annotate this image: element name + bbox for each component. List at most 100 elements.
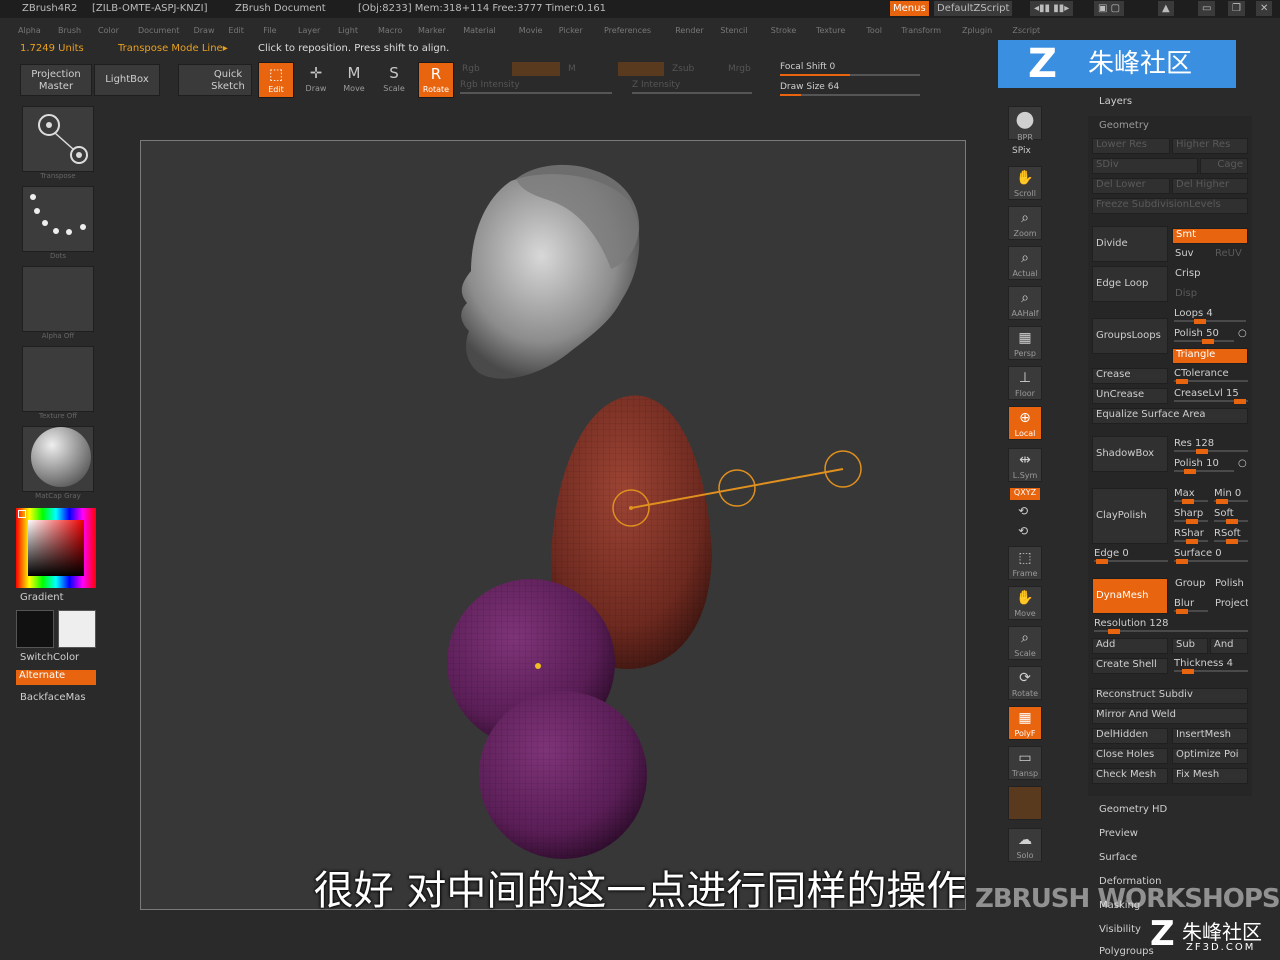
menu-item-alpha[interactable]: Alpha — [18, 26, 41, 35]
reuv-toggle[interactable]: ReUV — [1212, 248, 1248, 264]
visibility-section[interactable]: Visibility — [1099, 924, 1141, 935]
z-intensity-slider[interactable]: Z Intensity — [632, 80, 752, 94]
minimize-icon[interactable]: ▭ — [1198, 1, 1216, 16]
material-thumb[interactable]: MatCap Gray — [22, 426, 94, 500]
menu-item-render[interactable]: Render — [675, 26, 703, 35]
frame-button[interactable]: ⬚ Frame — [1008, 546, 1042, 580]
preview-section[interactable]: Preview — [1099, 828, 1138, 839]
draw-size-slider[interactable]: Draw Size 64 — [780, 82, 920, 96]
alpha-thumb[interactable]: Alpha Off — [22, 266, 94, 340]
menu-item-transform[interactable]: Transform — [901, 26, 941, 35]
scale-view-button[interactable]: ⌕ Scale — [1008, 626, 1042, 660]
shadowbox-circle-icon[interactable]: ○ — [1238, 458, 1247, 469]
freeze-subdiv-button[interactable]: Freeze SubdivisionLevels — [1092, 198, 1248, 214]
smt-toggle[interactable]: Smt — [1172, 228, 1248, 244]
menu-item-tool[interactable]: Tool — [866, 26, 882, 35]
rotate-z-icon[interactable]: ⟲ — [1018, 524, 1028, 538]
transp-button[interactable]: ▭ Transp — [1008, 746, 1042, 780]
menu-item-texture[interactable]: Texture — [816, 26, 845, 35]
secondary-color-swatch[interactable] — [58, 610, 96, 648]
zsub-toggle[interactable]: Zsub — [672, 64, 694, 74]
soft-slider[interactable]: Soft — [1214, 508, 1248, 524]
del-lower-button[interactable]: Del Lower — [1092, 178, 1170, 194]
mrgb-toggle[interactable] — [512, 62, 560, 76]
aahalf-button[interactable]: ⌕ AAHalf — [1008, 286, 1042, 320]
surface-slider[interactable]: Surface 0 — [1174, 548, 1248, 564]
suv-toggle[interactable]: Suv — [1172, 248, 1212, 264]
menu-item-brush[interactable]: Brush — [58, 26, 81, 35]
resolution-slider[interactable]: Resolution 128 — [1094, 618, 1248, 634]
layout-icon[interactable]: ▣ ▢ — [1094, 1, 1125, 16]
rsoft-slider[interactable]: RSoft — [1214, 528, 1248, 544]
and-button[interactable]: And — [1210, 638, 1248, 654]
lower-res-button[interactable]: Lower Res — [1092, 138, 1170, 154]
menu-item-stencil[interactable]: Stencil — [720, 26, 747, 35]
viewport-scene[interactable] — [141, 141, 967, 911]
actual-button[interactable]: ⌕ Actual — [1008, 246, 1042, 280]
move-view-button[interactable]: ✋ Move — [1008, 586, 1042, 620]
create-shell-button[interactable]: Create Shell — [1092, 658, 1168, 674]
edit-button[interactable]: ⬚ Edit — [258, 62, 294, 98]
del-higher-button[interactable]: Del Higher — [1172, 178, 1248, 194]
dynamesh-polish-toggle[interactable]: Polish — [1212, 578, 1248, 594]
delhidden-button[interactable]: DelHidden — [1092, 728, 1168, 744]
menu-item-zscript[interactable]: Zscript — [1012, 26, 1040, 35]
geometry-section[interactable]: Geometry — [1099, 120, 1149, 131]
floor-button[interactable]: ⊥ Floor — [1008, 366, 1042, 400]
spix-slider[interactable]: SPix — [1012, 146, 1031, 156]
triangle-toggle[interactable]: Triangle — [1172, 348, 1248, 364]
menu-item-picker[interactable]: Picker — [559, 26, 583, 35]
mirror-and-weld-button[interactable]: Mirror And Weld — [1092, 708, 1248, 724]
m-toggle[interactable]: M — [568, 64, 576, 74]
reconstruct-subdiv-button[interactable]: Reconstruct Subdiv — [1092, 688, 1248, 704]
shadowbox-polish-slider[interactable]: Polish 10 — [1174, 458, 1234, 474]
rotate-y-icon[interactable]: ⟲ — [1018, 504, 1028, 518]
rotate-button[interactable]: R Rotate — [418, 62, 454, 98]
transpose-thumb[interactable]: Transpose — [22, 106, 94, 180]
polygroups-section[interactable]: Polygroups — [1099, 946, 1154, 957]
crease-button[interactable]: Crease — [1092, 368, 1168, 384]
cage-button[interactable]: Cage — [1200, 158, 1248, 174]
rsharp-slider[interactable]: RShar — [1174, 528, 1208, 544]
min-slider[interactable]: Min 0 — [1214, 488, 1248, 504]
projection-master-button[interactable]: Projection Master — [20, 64, 92, 96]
xyz-button[interactable]: QXYZ — [1010, 488, 1040, 500]
project-toggle[interactable]: Project — [1212, 598, 1248, 614]
script-button[interactable]: DefaultZScript — [934, 1, 1013, 16]
layers-section[interactable]: Layers — [1099, 96, 1132, 107]
divide-button[interactable]: Divide — [1092, 226, 1168, 262]
fix-mesh-button[interactable]: Fix Mesh — [1172, 768, 1248, 784]
menu-item-layer[interactable]: Layer — [298, 26, 320, 35]
menu-item-document[interactable]: Document — [138, 26, 179, 35]
menu-item-movie[interactable]: Movie — [519, 26, 543, 35]
sdiv-slider[interactable]: SDiv — [1092, 158, 1198, 174]
optimize-points-button[interactable]: Optimize Poi — [1172, 748, 1248, 764]
menu-item-macro[interactable]: Macro — [378, 26, 402, 35]
creaselvl-slider[interactable]: CreaseLvl 15 — [1174, 388, 1248, 404]
zadd-toggle[interactable] — [618, 62, 664, 76]
sub-button[interactable]: Sub — [1172, 638, 1208, 654]
uncrease-button[interactable]: UnCrease — [1092, 388, 1168, 404]
dynamesh-button[interactable]: DynaMesh — [1092, 578, 1168, 614]
menu-item-stroke[interactable]: Stroke — [771, 26, 797, 35]
rgb-intensity-slider[interactable]: Rgb Intensity — [460, 80, 612, 94]
max-slider[interactable]: Max — [1174, 488, 1208, 504]
ctolerance-slider[interactable]: CTolerance — [1174, 368, 1248, 384]
texture-thumb[interactable]: Texture Off — [22, 346, 94, 420]
menus-button[interactable]: Menus — [890, 1, 929, 16]
color-picker[interactable] — [16, 508, 96, 588]
document-canvas[interactable] — [140, 140, 966, 910]
geometry-hd-section[interactable]: Geometry HD — [1099, 804, 1167, 815]
polish-slider[interactable]: Polish 50 — [1174, 328, 1234, 344]
higher-res-button[interactable]: Higher Res — [1172, 138, 1248, 154]
equalize-surface-button[interactable]: Equalize Surface Area — [1092, 408, 1248, 424]
gradient-label[interactable]: Gradient — [20, 592, 64, 603]
head-sculpt[interactable] — [461, 164, 640, 379]
menu-item-light[interactable]: Light — [338, 26, 358, 35]
loops-slider[interactable]: Loops 4 — [1174, 308, 1246, 324]
nav-arrows-icon[interactable]: ◂▮▮ ▮▮▸ — [1030, 1, 1074, 16]
groupsloops-button[interactable]: GroupsLoops — [1092, 318, 1168, 354]
shadowbox-button[interactable]: ShadowBox — [1092, 436, 1168, 472]
sphere-mesh-lower[interactable] — [479, 691, 647, 859]
menu-item-marker[interactable]: Marker — [418, 26, 446, 35]
